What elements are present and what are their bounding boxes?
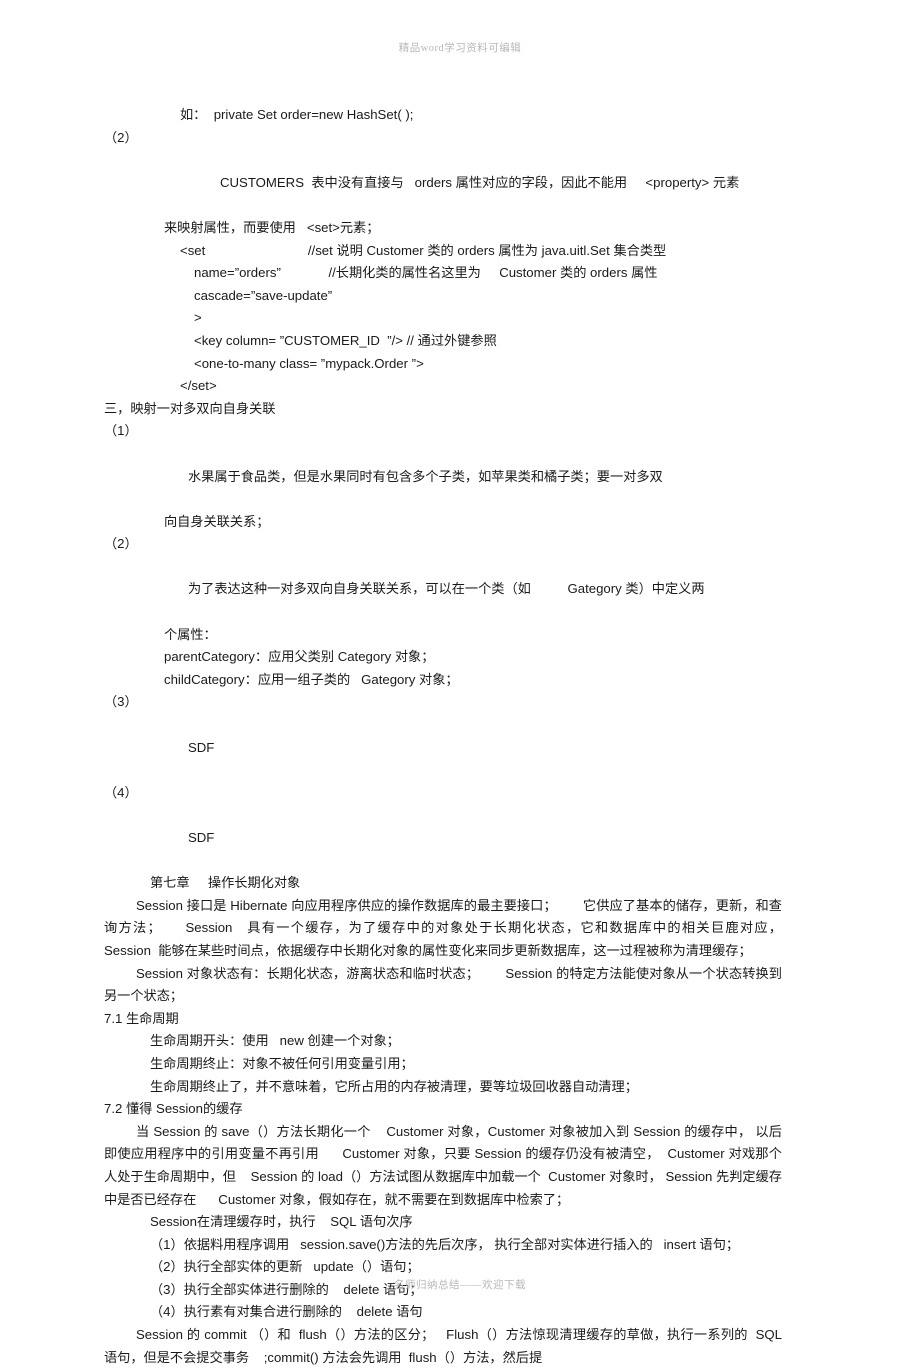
paragraph-two-properties: 个属性： xyxy=(164,626,217,642)
paragraph-lifecycle-gc: 生命周期终止了，并不意味着，它所占用的内存被清理，要等垃圾回收器自动清理； xyxy=(150,1078,638,1094)
paragraph-lifecycle-start: 生命周期开头：使用 new 创建一个对象； xyxy=(150,1033,400,1049)
header-watermark: 精品word学习资料可编辑 xyxy=(398,43,522,54)
paragraph-sql-order: Session在清理缓存时，执行 SQL 语句次序 xyxy=(150,1214,413,1230)
property-parent-category: parentCategory：应用父类别 Category 对象； xyxy=(164,649,435,665)
code-line-hashset: 如： private Set order=new HashSet( ); xyxy=(180,107,414,122)
paragraph-self-association: 向自身关联关系； xyxy=(164,513,270,529)
paragraph-sql-delete-collection: （4）执行素有对集合进行删除的 delete 语句 xyxy=(150,1304,423,1320)
paragraph-session-interface: Session 接口是 Hibernate 向应用程序供应的操作数据库的最主要接… xyxy=(104,897,812,958)
code-line-one-to-many: <one-to-many class= ”mypack.Order ”> xyxy=(194,355,424,371)
list-marker: （2） xyxy=(104,129,138,145)
paragraph-commit-flush: Session 的 commit （）和 flush（）方法的区分； Flush… xyxy=(104,1327,786,1365)
section-heading-three: 三，映射一对多双向自身关联 xyxy=(104,400,276,416)
list-item-4-sdf: （4） SDF xyxy=(104,782,782,872)
paragraph-lifecycle-end: 生命周期终止：对象不被任何引用变量引用； xyxy=(150,1055,414,1071)
list-marker: （2） xyxy=(104,536,138,552)
paragraph-mapping-continued: 来映射属性，而要使用 <set>元素； xyxy=(164,219,380,235)
code-line-set-cascade: cascade=”save-update” xyxy=(194,287,333,303)
list-text: SDF xyxy=(187,739,215,755)
code-line-set-name: name=”orders” //长期化类的属性名这里为 Customer 类的 … xyxy=(194,265,658,281)
chapter-heading-seven: 第七章 操作长期化对象 xyxy=(150,875,301,891)
list-text: 水果属于食品类，但是水果同时有包含多个子类，如苹果类和橘子类；要一对多双 xyxy=(187,468,663,484)
document-body: 如： private Set order=new HashSet( ); （2）… xyxy=(104,104,782,1369)
paragraph-sql-update: （2）执行全部实体的更新 update（）语句； xyxy=(150,1259,420,1275)
list-item-3-sdf: （3） SDF xyxy=(104,691,782,781)
heading-7-1-lifecycle: 7.1 生命周期 xyxy=(104,1010,179,1026)
code-line-set-end: </set> xyxy=(180,378,217,394)
list-text: SDF xyxy=(187,830,215,845)
list-marker: （4） xyxy=(104,784,138,800)
document-page: 精品word学习资料可编辑 如： private Set order=new H… xyxy=(0,0,920,1365)
code-line-set-close-bracket: > xyxy=(194,310,202,326)
list-item-1-fruit: （1） 水果属于食品类，但是水果同时有包含多个子类，如苹果类和橘子类；要一对多双 xyxy=(104,420,782,510)
property-child-category: childCategory：应用一组子类的 Gategory 对象； xyxy=(164,671,459,687)
code-line-set-open: <set //set 说明 Customer 类的 orders 属性为 jav… xyxy=(180,242,667,258)
list-text: 为了表达这种一对多双向自身关联关系，可以在一个类（如 Gategory 类）中定… xyxy=(187,581,705,597)
list-marker: （1） xyxy=(104,423,138,439)
list-item-2-gategory: （2） 为了表达这种一对多双向自身关联关系，可以在一个类（如 Gategory … xyxy=(104,533,782,623)
list-text: CUSTOMERS 表中没有直接与 orders 属性对应的字段，因此不能用 <… xyxy=(219,174,740,190)
footer-watermark: 名师归纳总结——欢迎下载 xyxy=(394,1280,526,1291)
paragraph-sql-insert: （1）依据料用程序调用 session.save()方法的先后次序， 执行全部对… xyxy=(150,1236,740,1252)
heading-7-2-session-cache: 7.2 懂得 Session的缓存 xyxy=(104,1101,243,1117)
list-item-2-customers: （2） CUSTOMERS 表中没有直接与 orders 属性对应的字段，因此不… xyxy=(104,127,782,217)
paragraph-session-save-cache: 当 Session 的 save（）方法长期化一个 Customer 对象，Cu… xyxy=(104,1123,782,1207)
paragraph-session-states: Session 对象状态有：长期化状态，游离状态和临时状态； Session 的… xyxy=(104,965,782,1004)
list-marker: （3） xyxy=(104,694,138,710)
code-line-key-column: <key column= ”CUSTOMER_ID ”/> // 通过外键参照 xyxy=(194,332,497,348)
